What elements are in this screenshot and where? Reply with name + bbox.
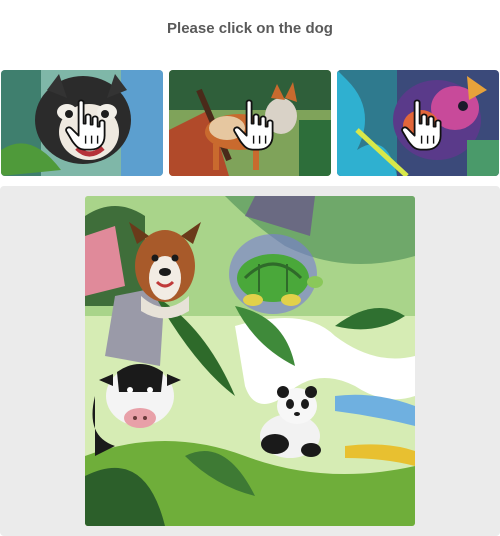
example-image-dog-1 xyxy=(1,70,163,176)
hand-pointer-icon xyxy=(64,99,110,152)
challenge-scene-illustration xyxy=(85,196,415,526)
example-image-dog-3 xyxy=(337,70,499,176)
example-images-row xyxy=(0,70,500,176)
captcha-widget: Please click on the dog xyxy=(0,0,500,536)
example-image-dog-2 xyxy=(169,70,331,176)
hand-pointer-icon xyxy=(232,99,278,152)
hand-pointer-icon xyxy=(400,99,446,152)
challenge-image[interactable] xyxy=(85,196,415,526)
challenge-panel xyxy=(0,186,500,536)
captcha-instruction: Please click on the dog xyxy=(167,20,333,37)
